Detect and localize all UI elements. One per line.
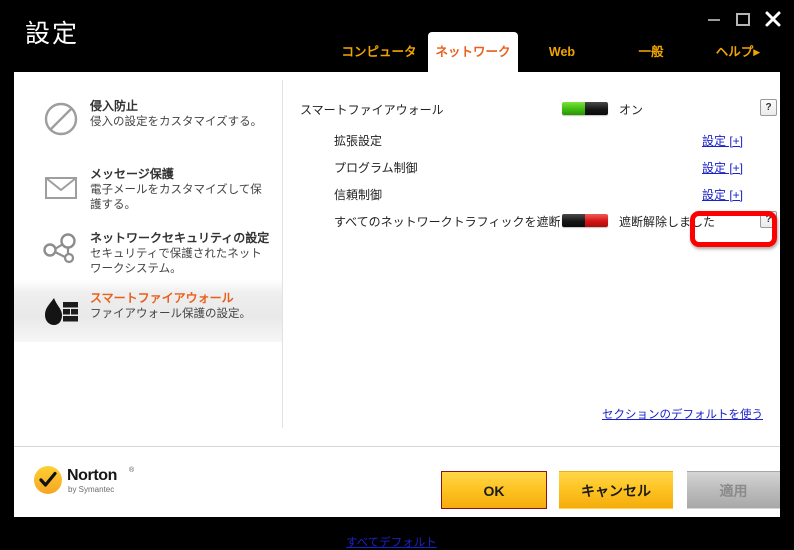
sidebar-item-title: メッセージ保護 — [90, 166, 270, 182]
setting-label: すべてのネットワークトラフィックを遮断 — [334, 213, 560, 230]
sidebar-item-desc: ファイアウォール保護の設定。 — [90, 307, 270, 322]
chevron-right-icon: ▶ — [753, 47, 760, 57]
close-button[interactable] — [761, 8, 785, 30]
sidebar-item-text: メッセージ保護 電子メールをカスタマイズして保護する。 — [90, 166, 270, 213]
no-entry-icon — [40, 100, 82, 142]
tab-network[interactable]: ネットワーク — [428, 32, 518, 72]
toggle-state-label: オン — [619, 101, 643, 118]
setting-row-block-all-traffic: すべてのネットワークトラフィックを遮断 遮断解除しました ? — [297, 210, 780, 234]
toggle-state-label: 遮断解除しました — [619, 213, 715, 230]
setting-label: スマートファイアウォール — [300, 101, 444, 118]
sidebar-item-desc: 電子メールをカスタマイズして保護する。 — [90, 183, 270, 213]
configure-link-trust-control[interactable]: 設定 [+] — [702, 186, 743, 203]
page-title: 設定 — [25, 14, 79, 50]
norton-check-icon — [34, 466, 62, 494]
network-nodes-icon — [40, 232, 82, 274]
configure-link-program-control[interactable]: 設定 [+] — [702, 159, 743, 176]
setting-row-program-control: プログラム制御 設定 [+] — [297, 156, 780, 180]
main-panel: 侵入防止 侵入の設定をカスタマイズする。 メッセージ保護 電子メールをカスタマイ… — [14, 72, 780, 516]
envelope-icon — [40, 168, 82, 210]
norton-logo: Norton ® by Symantec — [34, 463, 184, 499]
sidebar-item-smart-firewall[interactable]: スマートファイアウォール ファイアウォール保護の設定。 — [14, 280, 282, 342]
trademark-icon: ® — [129, 467, 134, 474]
settings-window: 設定 コンピュータ ネットワーク Web 一般 — [0, 0, 794, 530]
setting-row-advanced-settings: 拡張設定 設定 [+] — [297, 129, 780, 153]
sidebar-item-title: ネットワークセキュリティの設定 — [90, 230, 270, 246]
toggle-off-half — [562, 214, 585, 227]
toggle-on-half — [585, 214, 608, 227]
sidebar-divider — [282, 80, 283, 428]
norton-subbrand: by Symantec — [68, 485, 114, 494]
sidebar-item-text: ネットワークセキュリティの設定 セキュリティで保護されたネットワークシステム。 — [90, 230, 270, 277]
apply-button[interactable]: 適用 — [687, 471, 780, 509]
tab-label: 一般 — [638, 45, 663, 59]
setting-row-trust-control: 信頼制御 設定 [+] — [297, 183, 780, 207]
all-defaults-link[interactable]: すべてデフォルト — [346, 534, 437, 550]
tab-label: Web — [549, 45, 575, 59]
tab-web[interactable]: Web — [518, 32, 606, 72]
firewall-flame-icon — [40, 292, 82, 334]
sidebar-item-desc: セキュリティで保護されたネットワークシステム。 — [90, 247, 270, 277]
setting-label: プログラム制御 — [334, 159, 418, 176]
sidebar-item-intrusion-prevention[interactable]: 侵入防止 侵入の設定をカスタマイズする。 — [14, 88, 282, 150]
tab-label: ヘルプ — [716, 45, 754, 59]
tab-help[interactable]: ヘルプ▶ — [696, 32, 780, 72]
sidebar-item-text: 侵入防止 侵入の設定をカスタマイズする。 — [90, 98, 270, 130]
use-section-defaults-link[interactable]: セクションのデフォルトを使う — [602, 406, 763, 422]
smart-firewall-toggle[interactable] — [562, 102, 608, 115]
ok-button[interactable]: OK — [441, 471, 547, 509]
help-icon[interactable]: ? — [760, 211, 777, 228]
tab-label: コンピュータ — [341, 45, 416, 59]
sidebar-item-title: スマートファイアウォール — [90, 290, 270, 306]
tab-label: ネットワーク — [435, 45, 510, 59]
tab-computer[interactable]: コンピュータ — [330, 32, 428, 72]
setting-label: 拡張設定 — [334, 132, 382, 149]
sidebar-item-message-protection[interactable]: メッセージ保護 電子メールをカスタマイズして保護する。 — [14, 156, 282, 228]
sidebar: 侵入防止 侵入の設定をカスタマイズする。 メッセージ保護 電子メールをカスタマイ… — [14, 72, 282, 446]
sidebar-item-desc: 侵入の設定をカスタマイズする。 — [90, 115, 270, 130]
minimize-button[interactable] — [702, 8, 726, 30]
title-bar: 設定 コンピュータ ネットワーク Web 一般 — [0, 0, 794, 72]
setting-row-smart-firewall: スマートファイアウォール オン ? — [297, 98, 780, 122]
maximize-button[interactable] — [731, 8, 755, 30]
block-all-traffic-toggle[interactable] — [562, 214, 608, 227]
toggle-on-half — [562, 102, 585, 115]
sidebar-item-text: スマートファイアウォール ファイアウォール保護の設定。 — [90, 290, 270, 322]
configure-link-advanced-settings[interactable]: 設定 [+] — [702, 132, 743, 149]
cancel-button[interactable]: キャンセル — [559, 471, 673, 509]
tab-general[interactable]: 一般 — [606, 32, 696, 72]
norton-wordmark: Norton — [67, 467, 117, 485]
settings-list: スマートファイアウォール オン ? 拡張設定 設定 [+] プログラム制御 設定… — [297, 72, 780, 446]
tab-bar: コンピュータ ネットワーク Web 一般 ヘルプ▶ — [330, 32, 780, 72]
sidebar-item-title: 侵入防止 — [90, 98, 270, 114]
setting-label: 信頼制御 — [334, 186, 382, 203]
toggle-off-half — [585, 102, 608, 115]
help-icon[interactable]: ? — [760, 99, 777, 116]
